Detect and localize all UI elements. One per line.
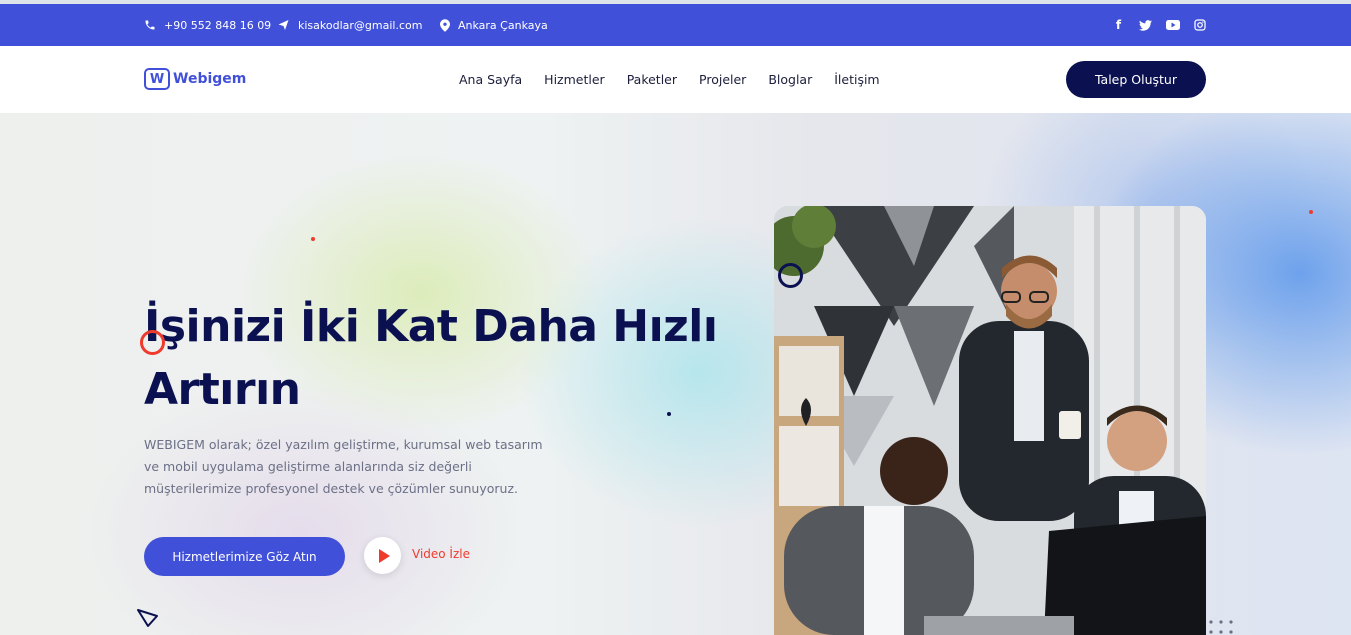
play-video-button[interactable] — [364, 537, 401, 574]
hero-title-line-1: İşinizi İki Kat Daha Hızlı — [144, 301, 718, 352]
logo-text: Webigem — [173, 71, 247, 87]
paper-plane-icon — [278, 20, 289, 30]
nav-item-projects[interactable]: Projeler — [699, 72, 746, 87]
main-navbar: W Webigem Ana Sayfa Hizmetler Paketler P… — [0, 46, 1351, 113]
decorative-ring-navy — [778, 263, 803, 288]
decorative-ring-red — [140, 330, 165, 355]
map-pin-icon — [440, 18, 450, 32]
office-team-illustration — [774, 206, 1206, 635]
decorative-dot-red-right — [1309, 210, 1313, 214]
decorative-dot-grid-icon — [1209, 620, 1233, 634]
site-logo[interactable]: W Webigem — [144, 68, 246, 90]
hero-title: İşinizi İki Kat Daha Hızlı Artırın — [144, 295, 764, 421]
hero-description: WEBIGEM olarak; özel yazılım geliştirme,… — [144, 437, 543, 496]
logo-mark-icon: W — [144, 68, 170, 90]
decorative-dot-red — [311, 237, 315, 241]
top-contact-bar: +90 552 848 16 09 kisakodlar@gmail.com A… — [0, 4, 1351, 46]
location-contact[interactable]: Ankara Çankaya — [440, 4, 548, 46]
location-text: Ankara Çankaya — [458, 18, 548, 32]
nav-item-contact[interactable]: İletişim — [834, 72, 879, 87]
play-icon — [378, 548, 390, 563]
email-contact[interactable]: kisakodlar@gmail.com — [277, 4, 422, 46]
phone-contact[interactable]: +90 552 848 16 09 — [144, 4, 271, 46]
phone-icon — [145, 20, 155, 30]
decorative-triangle-icon — [137, 609, 158, 627]
facebook-icon[interactable]: f — [1112, 18, 1125, 32]
watch-video-link[interactable]: Video İzle — [412, 547, 470, 561]
youtube-icon[interactable] — [1166, 20, 1180, 30]
view-services-button[interactable]: Hizmetlerimize Göz Atın — [144, 537, 345, 576]
email-address: kisakodlar@gmail.com — [298, 18, 423, 32]
create-request-button[interactable]: Talep Oluştur — [1066, 61, 1206, 98]
nav-item-packages[interactable]: Paketler — [627, 72, 677, 87]
social-links: f — [1112, 4, 1206, 46]
nav-item-services[interactable]: Hizmetler — [544, 72, 605, 87]
hero-title-line-2: Artırın — [144, 364, 301, 415]
nav-item-blogs[interactable]: Bloglar — [768, 72, 812, 87]
main-menu: Ana Sayfa Hizmetler Paketler Projeler Bl… — [459, 46, 880, 113]
hero-section: İşinizi İki Kat Daha Hızlı Artırın WEBIG… — [0, 113, 1351, 635]
hero-team-photo — [774, 206, 1206, 635]
twitter-icon[interactable] — [1139, 19, 1152, 31]
instagram-icon[interactable] — [1194, 19, 1206, 31]
nav-item-home[interactable]: Ana Sayfa — [459, 72, 522, 87]
phone-number: +90 552 848 16 09 — [164, 18, 272, 32]
